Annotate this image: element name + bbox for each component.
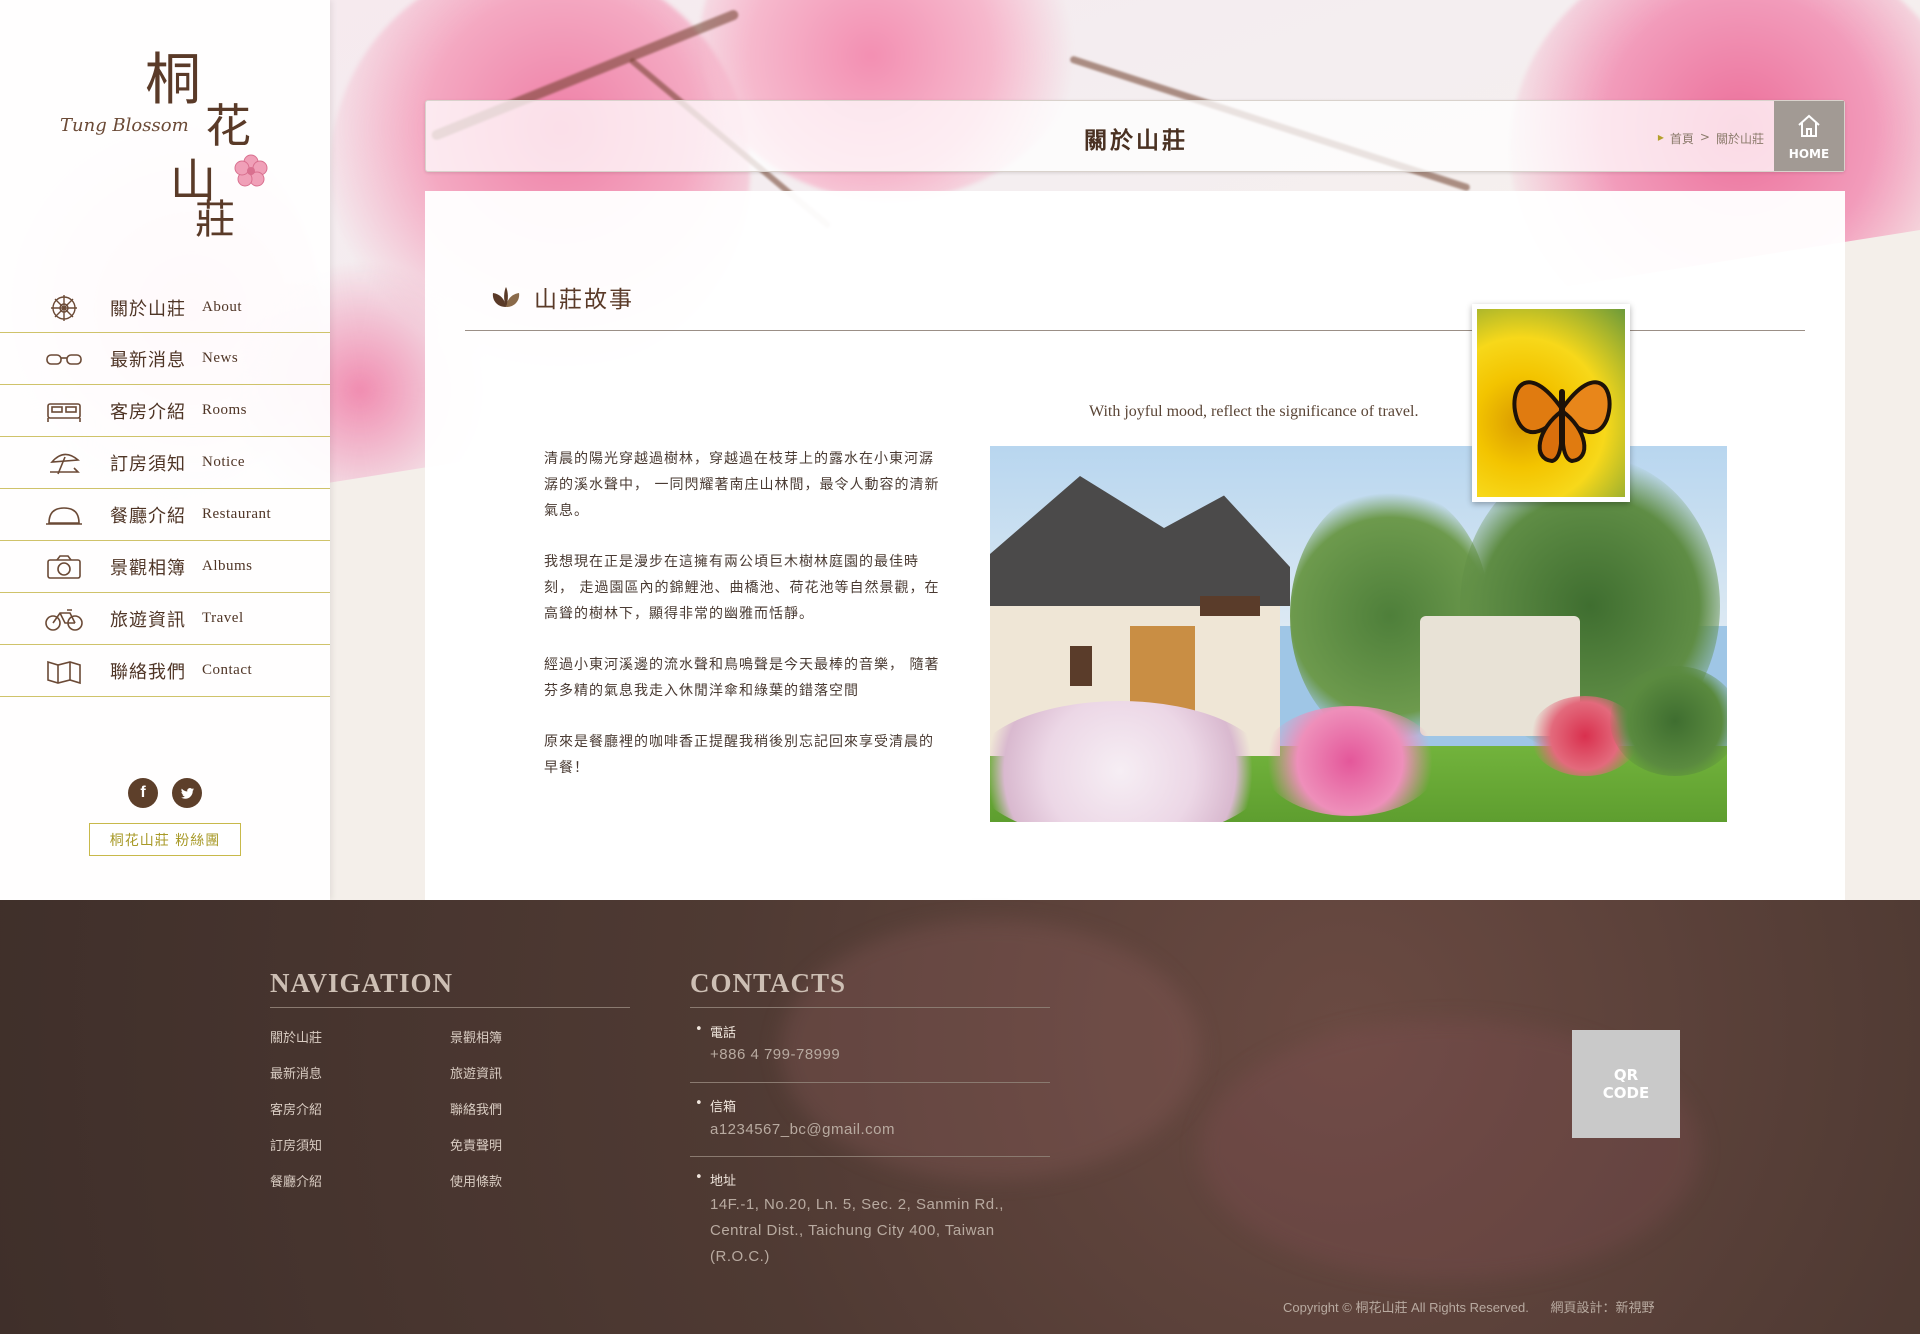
footer-link[interactable]: 旅遊資訊 <box>450 1063 502 1082</box>
blossom-icon <box>234 154 268 187</box>
sidebar-item-label: 景觀相簿 <box>110 557 186 579</box>
breadcrumb-separator: > <box>1699 130 1710 144</box>
footer-link[interactable]: 關於山莊 <box>270 1027 322 1046</box>
story-paragraph: 原來是餐廳裡的咖啡香正提醒我稍後別忘記回來享受清晨的早餐！ <box>544 734 934 776</box>
sidebar-item-label-en: About <box>202 299 242 315</box>
sidebar-item-notice[interactable]: 訂房須知 Notice <box>0 437 330 489</box>
home-label: HOME <box>1788 147 1830 161</box>
logo[interactable]: Tung Blossom 桐 花 山 莊 <box>55 35 275 245</box>
sidebar: Tung Blossom 桐 花 山 莊 關於山莊 About 最新消息 New… <box>0 0 330 900</box>
footer-nav-divider <box>270 1007 630 1008</box>
sidebar-item-label: 聯絡我們 <box>110 661 186 683</box>
page-title: 關於山莊 <box>1084 128 1188 154</box>
footer-link[interactable]: 聯絡我們 <box>450 1099 502 1118</box>
footer: NAVIGATION 關於山莊 最新消息 客房介紹 訂房須知 餐廳介紹 景觀相簿… <box>0 900 1920 1334</box>
section-heading: 山莊故事 <box>490 280 634 314</box>
story-paragraph: 我想現在正是漫步在這擁有兩公頃巨木樹林庭園的最佳時刻， 走過園區內的錦鯉池、曲橋… <box>544 554 940 622</box>
house-icon <box>1798 114 1820 137</box>
home-button[interactable]: HOME <box>1774 101 1844 171</box>
sidebar-item-albums[interactable]: 景觀相簿 Albums <box>0 541 330 593</box>
tagline: With joyful mood, reflect the significan… <box>1089 403 1419 420</box>
sidebar-item-label: 最新消息 <box>110 349 186 371</box>
breadcrumb-arrow-icon: ▸ <box>1657 130 1664 144</box>
logo-english: Tung Blossom <box>60 115 189 136</box>
breadcrumb-home-link[interactable]: 首頁 <box>1670 130 1694 147</box>
contact-divider <box>690 1082 1050 1083</box>
sidebar-item-label-en: Albums <box>202 558 253 574</box>
footer-contacts-heading: CONTACTS <box>690 968 847 998</box>
story-paragraph: 清晨的陽光穿越過樹林，穿越過在枝芽上的露水在小東河潺潺的溪水聲中， 一同閃耀著南… <box>544 451 940 519</box>
sidebar-item-rooms[interactable]: 客房介紹 Rooms <box>0 385 330 437</box>
sidebar-item-label-en: Contact <box>202 662 253 678</box>
footer-link[interactable]: 最新消息 <box>270 1063 322 1082</box>
footer-link[interactable]: 訂房須知 <box>270 1135 322 1154</box>
butterfly-photo <box>1472 304 1630 502</box>
section-title: 山莊故事 <box>534 287 634 313</box>
footer-navigation-heading: NAVIGATION <box>270 968 454 998</box>
map-icon <box>47 660 81 684</box>
fan-page-button[interactable]: 桐花山莊 粉絲團 <box>89 823 241 856</box>
sidebar-item-label: 客房介紹 <box>110 401 186 423</box>
story-paragraph: 經過小東河溪邊的流水聲和鳥鳴聲是今天最棒的音樂， 隨著芬多精的氣息我走入休閒洋傘… <box>544 657 940 699</box>
contact-divider <box>690 1156 1050 1157</box>
footer-link[interactable]: 使用條款 <box>450 1171 502 1190</box>
sidebar-item-restaurant[interactable]: 餐廳介紹 Restaurant <box>0 489 330 541</box>
copyright: Copyright © 桐花山莊 All Rights Reserved. 網頁… <box>1283 1297 1654 1316</box>
sidebar-item-label: 關於山莊 <box>110 298 186 320</box>
address-value: 14F.-1, No.20, Ln. 5, Sec. 2, Sanmin Rd.… <box>710 1192 1004 1270</box>
bed-icon <box>47 402 81 422</box>
footer-link[interactable]: 客房介紹 <box>270 1099 322 1118</box>
story-text: 清晨的陽光穿越過樹林，穿越過在枝芽上的露水在小東河潺潺的溪水聲中， 一同閃耀著南… <box>544 446 944 806</box>
sidebar-item-about[interactable]: 關於山莊 About <box>0 283 330 333</box>
address-line: (R.O.C.) <box>710 1248 770 1265</box>
sidebar-item-travel[interactable]: 旅遊資訊 Travel <box>0 593 330 645</box>
phone-value[interactable]: +886 4 799-78999 <box>710 1042 840 1068</box>
content-panel: 山莊故事 清晨的陽光穿越過樹林，穿越過在枝芽上的露水在小東河潺潺的溪水聲中， 一… <box>425 191 1845 900</box>
qr-text: CODE <box>1602 1084 1650 1102</box>
copyright-text: Copyright © 桐花山莊 All Rights Reserved. <box>1283 1300 1529 1315</box>
sidebar-item-label-en: News <box>202 350 239 366</box>
facebook-icon[interactable]: f <box>128 778 158 808</box>
email-value[interactable]: a1234567_bc@gmail.com <box>710 1117 895 1143</box>
designer-credit: 網頁設計：新視野 <box>1550 1300 1655 1315</box>
sidebar-item-label-en: Restaurant <box>202 506 272 522</box>
logo-char-1: 桐 <box>145 48 201 113</box>
page-header: 關於山莊 ▸ 首頁 > 關於山莊 HOME <box>425 100 1845 172</box>
breadcrumb-current: 關於山莊 <box>1715 132 1764 146</box>
footer-link[interactable]: 餐廳介紹 <box>270 1171 322 1190</box>
sidebar-item-label: 旅遊資訊 <box>110 609 186 631</box>
qr-code: QR CODE <box>1572 1030 1680 1138</box>
sidebar-item-label: 餐廳介紹 <box>110 505 186 527</box>
cloche-icon <box>46 506 82 525</box>
footer-link[interactable]: 景觀相簿 <box>450 1027 502 1046</box>
sidebar-item-label-en: Notice <box>202 454 245 470</box>
main-nav: 關於山莊 About 最新消息 News 客房介紹 Rooms 訂房須知 Not… <box>0 283 330 697</box>
sidebar-item-news[interactable]: 最新消息 News <box>0 333 330 385</box>
qr-text: QR <box>1613 1066 1639 1084</box>
address-line: Central Dist., Taichung City 400, Taiwan <box>710 1222 995 1239</box>
leaf-icon <box>492 287 520 307</box>
villa-garden-photo <box>990 446 1727 822</box>
beach-umbrella-icon <box>50 453 80 474</box>
breadcrumb: ▸ 首頁 > 關於山莊 <box>1658 130 1764 147</box>
logo-char-4: 莊 <box>195 197 235 243</box>
camera-icon <box>47 554 81 579</box>
glasses-icon <box>46 353 82 365</box>
footer-contacts-divider <box>690 1007 1050 1008</box>
sidebar-item-label-en: Travel <box>202 610 244 626</box>
sidebar-item-label-en: Rooms <box>202 402 248 418</box>
address-line: 14F.-1, No.20, Ln. 5, Sec. 2, Sanmin Rd.… <box>710 1196 1004 1213</box>
phone-label: 電話 <box>695 1022 736 1041</box>
sidebar-item-label: 訂房須知 <box>110 453 186 475</box>
address-label: 地址 <box>695 1170 736 1189</box>
footer-link[interactable]: 免責聲明 <box>450 1135 502 1154</box>
email-label: 信箱 <box>695 1096 736 1115</box>
dharma-wheel-icon <box>51 294 77 321</box>
bicycle-icon <box>45 608 83 631</box>
social-links: f <box>128 778 202 808</box>
twitter-icon[interactable] <box>172 778 202 808</box>
sidebar-item-contact[interactable]: 聯絡我們 Contact <box>0 645 330 697</box>
